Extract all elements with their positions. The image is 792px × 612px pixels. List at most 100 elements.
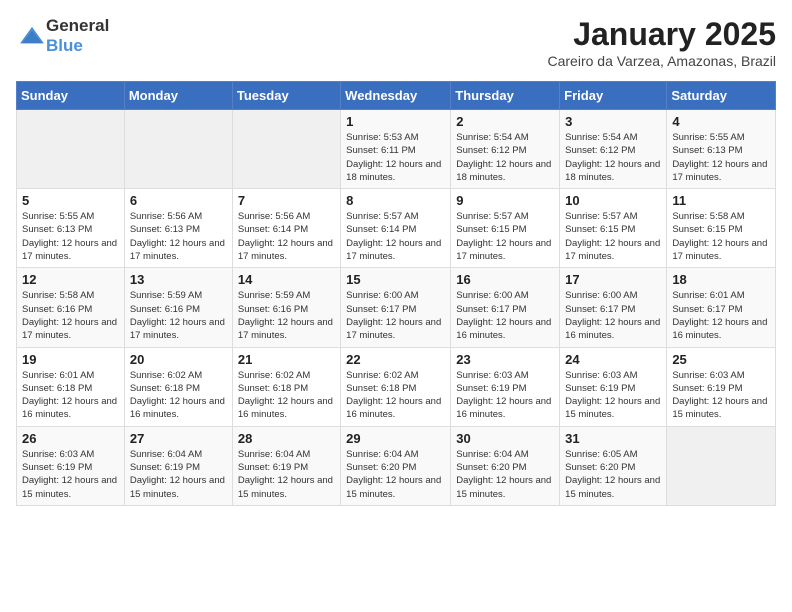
calendar-body: 1 Sunrise: 5:53 AM Sunset: 6:11 PM Daylig…	[17, 110, 776, 506]
logo-blue: Blue	[46, 36, 83, 55]
day-number: 13	[130, 272, 227, 287]
day-info: Sunrise: 5:53 AM Sunset: 6:11 PM Dayligh…	[346, 131, 445, 184]
day-number: 5	[22, 193, 119, 208]
calendar-cell: 13 Sunrise: 5:59 AM Sunset: 6:16 PM Dayli…	[124, 268, 232, 347]
day-number: 21	[238, 352, 335, 367]
day-info: Sunrise: 5:59 AM Sunset: 6:16 PM Dayligh…	[130, 289, 227, 342]
weekday-header: Saturday	[667, 82, 776, 110]
weekday-header: Wednesday	[341, 82, 451, 110]
calendar-cell: 22Sunrise: 6:02 AM Sunset: 6:18 PM Dayli…	[341, 347, 451, 426]
logo: General Blue	[16, 16, 109, 56]
day-info: Sunrise: 5:54 AM Sunset: 6:12 PM Dayligh…	[456, 131, 554, 184]
calendar-cell: 5 Sunrise: 5:55 AM Sunset: 6:13 PM Daylig…	[17, 189, 125, 268]
calendar-cell: 17 Sunrise: 6:00 AM Sunset: 6:17 PM Dayli…	[560, 268, 667, 347]
calendar-cell: 15 Sunrise: 6:00 AM Sunset: 6:17 PM Dayli…	[341, 268, 451, 347]
day-number: 20	[130, 352, 227, 367]
calendar-cell	[17, 110, 125, 189]
calendar-cell: 29 Sunrise: 6:04 AM Sunset: 6:20 PM Dayli…	[341, 426, 451, 505]
day-number: 15	[346, 272, 445, 287]
calendar-cell: 3Sunrise: 5:54 AM Sunset: 6:12 PM Daylig…	[560, 110, 667, 189]
day-number: 19	[22, 352, 119, 367]
calendar-week-row: 5 Sunrise: 5:55 AM Sunset: 6:13 PM Daylig…	[17, 189, 776, 268]
day-number: 14	[238, 272, 335, 287]
day-number: 28	[238, 431, 335, 446]
calendar-cell: 16 Sunrise: 6:00 AM Sunset: 6:17 PM Dayli…	[451, 268, 560, 347]
day-info: Sunrise: 6:00 AM Sunset: 6:17 PM Dayligh…	[456, 289, 554, 342]
day-info: Sunrise: 6:04 AM Sunset: 6:19 PM Dayligh…	[238, 448, 335, 501]
weekday-row: SundayMondayTuesdayWednesdayThursdayFrid…	[17, 82, 776, 110]
day-number: 16	[456, 272, 554, 287]
calendar-cell: 24 Sunrise: 6:03 AM Sunset: 6:19 PM Dayli…	[560, 347, 667, 426]
calendar-cell: 26Sunrise: 6:03 AM Sunset: 6:19 PM Dayli…	[17, 426, 125, 505]
day-info: Sunrise: 6:04 AM Sunset: 6:20 PM Dayligh…	[456, 448, 554, 501]
calendar-cell: 20Sunrise: 6:02 AM Sunset: 6:18 PM Dayli…	[124, 347, 232, 426]
calendar-cell: 28 Sunrise: 6:04 AM Sunset: 6:19 PM Dayli…	[232, 426, 340, 505]
day-info: Sunrise: 6:04 AM Sunset: 6:19 PM Dayligh…	[130, 448, 227, 501]
day-info: Sunrise: 6:05 AM Sunset: 6:20 PM Dayligh…	[565, 448, 661, 501]
day-number: 1	[346, 114, 445, 129]
day-info: Sunrise: 5:57 AM Sunset: 6:15 PM Dayligh…	[456, 210, 554, 263]
calendar-header: SundayMondayTuesdayWednesdayThursdayFrid…	[17, 82, 776, 110]
day-number: 4	[672, 114, 770, 129]
day-info: Sunrise: 5:55 AM Sunset: 6:13 PM Dayligh…	[672, 131, 770, 184]
day-info: Sunrise: 6:01 AM Sunset: 6:17 PM Dayligh…	[672, 289, 770, 342]
day-number: 2	[456, 114, 554, 129]
logo-icon	[18, 25, 46, 47]
day-number: 31	[565, 431, 661, 446]
calendar-table: SundayMondayTuesdayWednesdayThursdayFrid…	[16, 81, 776, 506]
calendar-week-row: 1 Sunrise: 5:53 AM Sunset: 6:11 PM Daylig…	[17, 110, 776, 189]
month-title: January 2025	[547, 16, 776, 53]
day-number: 6	[130, 193, 227, 208]
day-info: Sunrise: 5:57 AM Sunset: 6:15 PM Dayligh…	[565, 210, 661, 263]
day-info: Sunrise: 6:03 AM Sunset: 6:19 PM Dayligh…	[565, 369, 661, 422]
day-number: 24	[565, 352, 661, 367]
day-number: 27	[130, 431, 227, 446]
calendar-cell: 25Sunrise: 6:03 AM Sunset: 6:19 PM Dayli…	[667, 347, 776, 426]
title-block: January 2025 Careiro da Varzea, Amazonas…	[547, 16, 776, 69]
weekday-header: Monday	[124, 82, 232, 110]
calendar-cell: 2 Sunrise: 5:54 AM Sunset: 6:12 PM Daylig…	[451, 110, 560, 189]
day-info: Sunrise: 5:56 AM Sunset: 6:14 PM Dayligh…	[238, 210, 335, 263]
day-info: Sunrise: 6:00 AM Sunset: 6:17 PM Dayligh…	[346, 289, 445, 342]
calendar-cell: 30Sunrise: 6:04 AM Sunset: 6:20 PM Dayli…	[451, 426, 560, 505]
day-info: Sunrise: 5:58 AM Sunset: 6:16 PM Dayligh…	[22, 289, 119, 342]
calendar-cell: 12 Sunrise: 5:58 AM Sunset: 6:16 PM Dayli…	[17, 268, 125, 347]
calendar-cell	[124, 110, 232, 189]
day-number: 23	[456, 352, 554, 367]
calendar-cell: 1 Sunrise: 5:53 AM Sunset: 6:11 PM Daylig…	[341, 110, 451, 189]
calendar-cell: 9 Sunrise: 5:57 AM Sunset: 6:15 PM Daylig…	[451, 189, 560, 268]
day-info: Sunrise: 6:04 AM Sunset: 6:20 PM Dayligh…	[346, 448, 445, 501]
calendar-week-row: 12 Sunrise: 5:58 AM Sunset: 6:16 PM Dayli…	[17, 268, 776, 347]
day-number: 26	[22, 431, 119, 446]
day-info: Sunrise: 6:02 AM Sunset: 6:18 PM Dayligh…	[238, 369, 335, 422]
day-info: Sunrise: 5:55 AM Sunset: 6:13 PM Dayligh…	[22, 210, 119, 263]
calendar-cell: 27 Sunrise: 6:04 AM Sunset: 6:19 PM Dayli…	[124, 426, 232, 505]
day-number: 7	[238, 193, 335, 208]
calendar-cell: 6Sunrise: 5:56 AM Sunset: 6:13 PM Daylig…	[124, 189, 232, 268]
calendar-cell: 10 Sunrise: 5:57 AM Sunset: 6:15 PM Dayli…	[560, 189, 667, 268]
day-number: 12	[22, 272, 119, 287]
calendar-cell: 23 Sunrise: 6:03 AM Sunset: 6:19 PM Dayli…	[451, 347, 560, 426]
day-number: 11	[672, 193, 770, 208]
calendar-cell: 18Sunrise: 6:01 AM Sunset: 6:17 PM Dayli…	[667, 268, 776, 347]
calendar-cell: 14Sunrise: 5:59 AM Sunset: 6:16 PM Dayli…	[232, 268, 340, 347]
calendar-cell: 11Sunrise: 5:58 AM Sunset: 6:15 PM Dayli…	[667, 189, 776, 268]
day-number: 22	[346, 352, 445, 367]
weekday-header: Thursday	[451, 82, 560, 110]
calendar-cell	[232, 110, 340, 189]
page-header: General Blue January 2025 Careiro da Var…	[16, 16, 776, 69]
calendar-week-row: 19Sunrise: 6:01 AM Sunset: 6:18 PM Dayli…	[17, 347, 776, 426]
logo-general: General	[46, 16, 109, 35]
day-info: Sunrise: 6:03 AM Sunset: 6:19 PM Dayligh…	[456, 369, 554, 422]
day-info: Sunrise: 6:00 AM Sunset: 6:17 PM Dayligh…	[565, 289, 661, 342]
weekday-header: Friday	[560, 82, 667, 110]
day-number: 10	[565, 193, 661, 208]
weekday-header: Tuesday	[232, 82, 340, 110]
day-number: 29	[346, 431, 445, 446]
calendar-cell: 19Sunrise: 6:01 AM Sunset: 6:18 PM Dayli…	[17, 347, 125, 426]
day-number: 17	[565, 272, 661, 287]
calendar-cell	[667, 426, 776, 505]
calendar-cell: 31 Sunrise: 6:05 AM Sunset: 6:20 PM Dayli…	[560, 426, 667, 505]
day-number: 9	[456, 193, 554, 208]
calendar-cell: 21 Sunrise: 6:02 AM Sunset: 6:18 PM Dayli…	[232, 347, 340, 426]
